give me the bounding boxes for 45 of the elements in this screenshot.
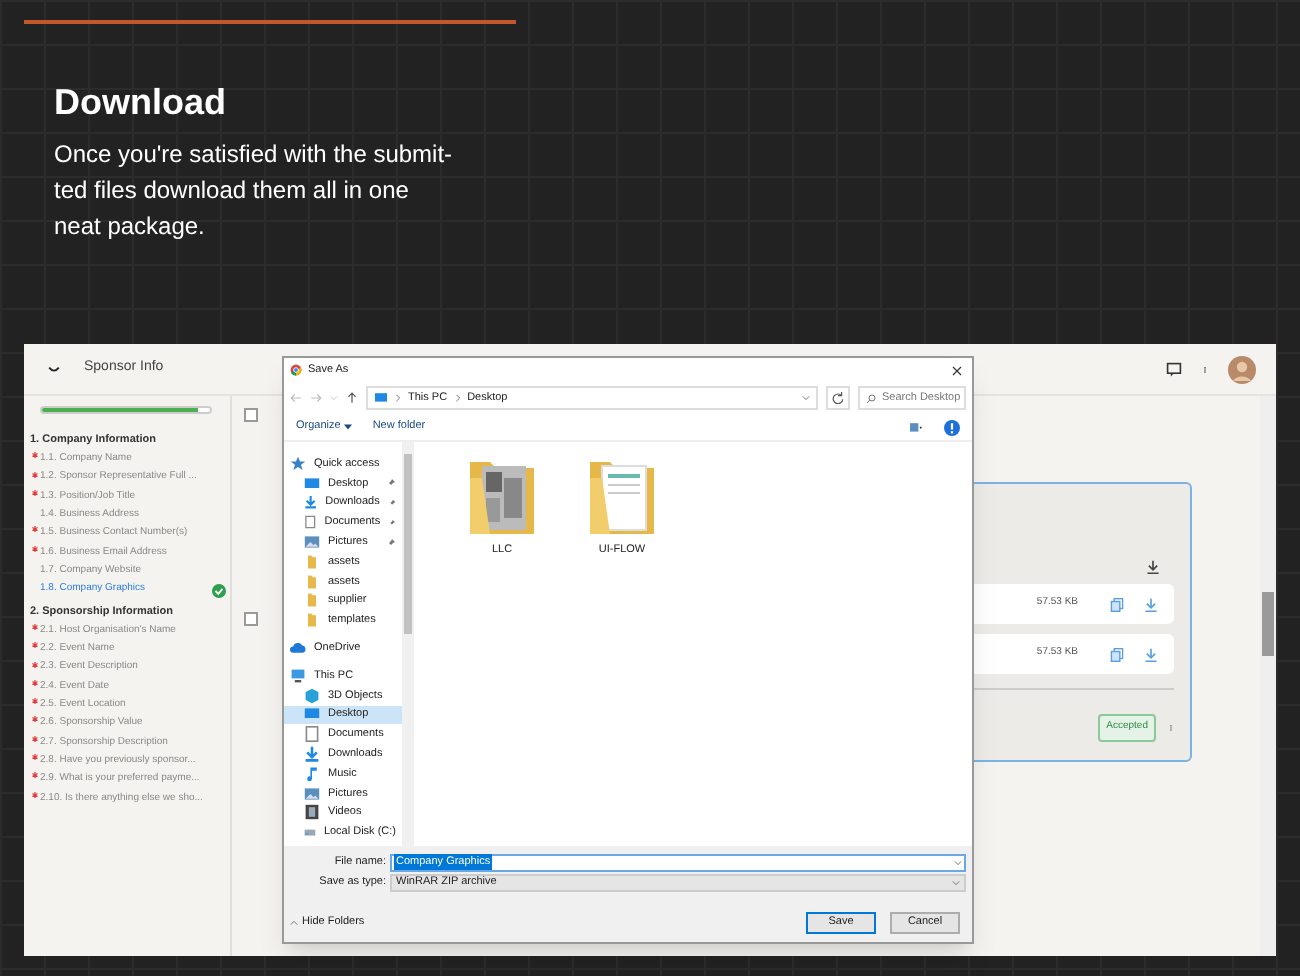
document-icon — [304, 514, 317, 531]
download-icon — [1144, 647, 1158, 661]
logo-icon — [44, 363, 64, 375]
copy-icon — [1110, 647, 1124, 661]
desktop-icon — [304, 706, 320, 723]
chevron-icon — [394, 394, 402, 402]
pictures-icon — [304, 785, 320, 802]
scrollbar[interactable] — [1260, 396, 1276, 956]
document-icon — [304, 726, 320, 743]
caret-icon — [344, 424, 353, 430]
download-icon — [304, 494, 318, 511]
download-icon — [1144, 597, 1158, 611]
refresh-button[interactable] — [826, 386, 850, 410]
slide-title: Download — [54, 80, 228, 124]
caret-icon — [802, 394, 810, 402]
refresh-icon — [832, 392, 844, 404]
up-arrow-icon — [346, 392, 358, 404]
search-icon — [866, 393, 876, 403]
forward-arrow-icon — [310, 392, 322, 404]
desktop-icon — [304, 475, 320, 492]
computer-icon — [374, 392, 388, 404]
browser-logo-icon — [290, 364, 302, 376]
close-button[interactable] — [948, 361, 966, 379]
download-icon — [304, 746, 320, 763]
slide-description: Once you're satisfied with the submit- ted files download them all in one neat package. — [54, 138, 455, 244]
music-note-icon — [304, 765, 320, 782]
back-arrow-icon — [290, 392, 302, 404]
chevron-down-icon — [952, 879, 960, 885]
scrollbar[interactable] — [402, 442, 414, 846]
comment-icon — [1166, 361, 1182, 377]
checkbox[interactable] — [244, 408, 258, 422]
film-icon — [304, 804, 320, 821]
chevron-up-icon — [290, 920, 298, 926]
cube-icon — [304, 687, 320, 704]
help-icon — [944, 419, 960, 435]
view-icon — [908, 421, 924, 433]
computer-icon — [290, 667, 306, 684]
avatar — [1228, 355, 1256, 383]
copy-icon — [1110, 597, 1124, 611]
cloud-icon — [290, 640, 306, 657]
star-icon — [290, 455, 306, 472]
checkbox[interactable] — [244, 612, 258, 626]
download-icon — [1146, 560, 1160, 574]
pictures-icon — [304, 534, 320, 551]
chevron-down-icon — [954, 859, 962, 865]
